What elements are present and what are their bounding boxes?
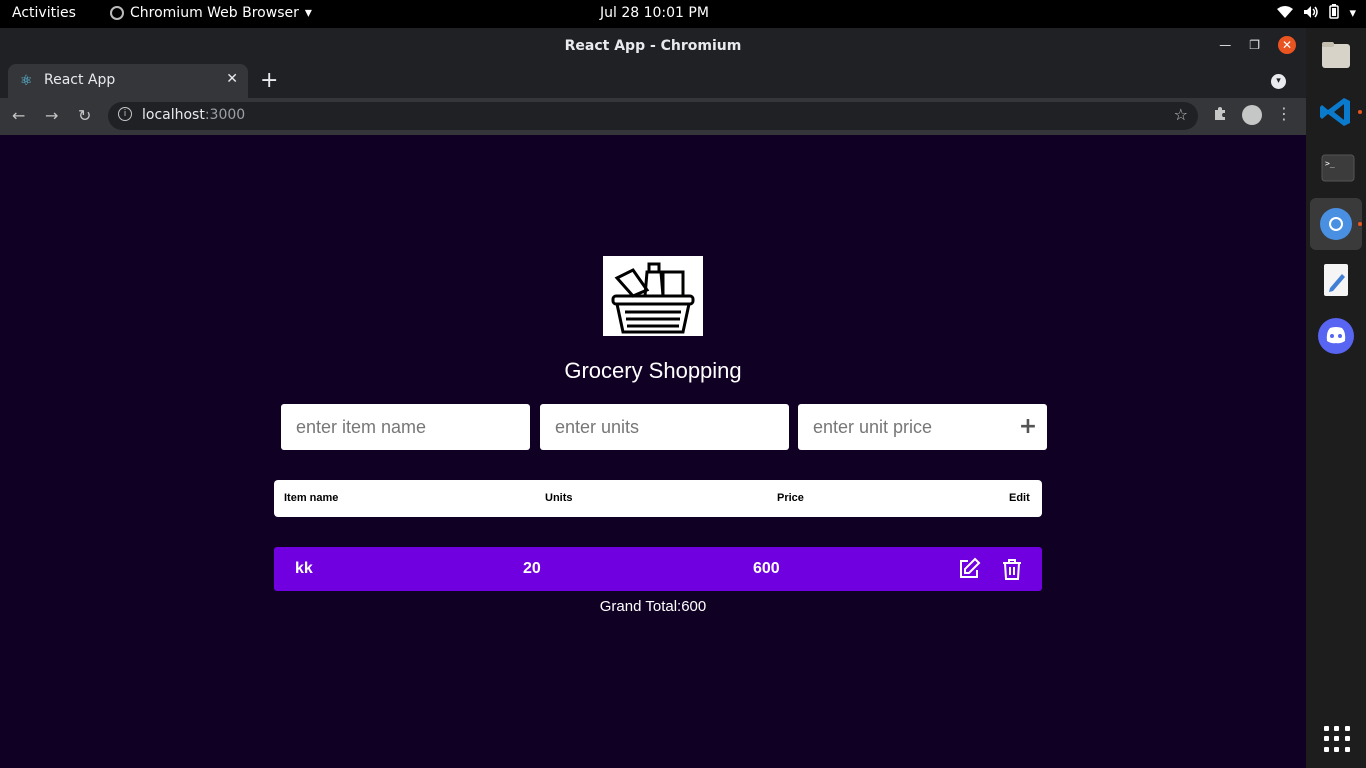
back-icon[interactable]: ← (12, 106, 25, 125)
minimize-icon[interactable]: — (1219, 38, 1231, 52)
chromium-small-icon (110, 6, 124, 20)
battery-icon (1329, 4, 1340, 23)
system-tray[interactable]: ▾ (1277, 4, 1356, 23)
table-row: kk 20 600 (274, 547, 1042, 591)
running-indicator (1358, 110, 1362, 114)
window-title-bar: React App - Chromium — ❐ ✕ (0, 28, 1306, 64)
info-icon[interactable]: i (118, 107, 132, 121)
page-title: Grocery Shopping (564, 358, 742, 383)
close-window-icon[interactable]: ✕ (1278, 36, 1296, 54)
url-text: localhost:3000 (142, 107, 245, 123)
tab-react-app[interactable]: ⚛ React App ✕ (8, 64, 248, 98)
reload-icon[interactable]: ↻ (78, 106, 91, 125)
tab-title: React App (44, 72, 116, 88)
terminal-icon[interactable]: >_ (1310, 142, 1362, 194)
units-input[interactable] (540, 404, 789, 450)
header-edit: Edit (1009, 492, 1030, 504)
url-port: :3000 (204, 107, 246, 123)
chevron-down-icon: ▾ (1349, 6, 1356, 21)
discord-icon[interactable] (1310, 310, 1362, 362)
files-icon[interactable] (1310, 30, 1362, 82)
app-menu-label: Chromium Web Browser (130, 5, 299, 21)
svg-text:>_: >_ (1325, 159, 1335, 168)
bookmark-star-icon[interactable]: ☆ (1174, 105, 1188, 124)
row-price: 600 (753, 560, 780, 577)
clock[interactable]: Jul 28 10:01 PM (600, 5, 709, 21)
table-header: Item name Units Price Edit (274, 480, 1042, 517)
page-viewport: Grocery Shopping + Item name Units Price… (0, 135, 1306, 768)
running-indicator (1358, 222, 1362, 226)
chevron-down-icon: ▾ (304, 5, 312, 21)
extensions-icon[interactable] (1212, 105, 1228, 125)
window-title: React App - Chromium (564, 38, 742, 54)
add-item-button[interactable]: + (1018, 416, 1038, 438)
row-units: 20 (523, 560, 541, 577)
address-bar[interactable]: i localhost:3000 ☆ (108, 102, 1198, 130)
volume-icon (1303, 5, 1319, 23)
tab-search-icon[interactable]: ▾ (1271, 74, 1286, 89)
react-icon: ⚛ (20, 73, 33, 89)
new-tab-icon[interactable]: + (260, 68, 278, 93)
unit-price-input[interactable] (798, 404, 1047, 450)
header-units: Units (545, 492, 573, 504)
header-price: Price (777, 492, 804, 504)
row-item-name: kk (295, 560, 313, 577)
tab-strip: ⚛ React App ✕ + ▾ (0, 64, 1306, 98)
chromium-icon[interactable] (1310, 198, 1362, 250)
text-editor-icon[interactable] (1310, 254, 1362, 306)
activities-button[interactable]: Activities (12, 5, 76, 21)
system-top-bar: Activities Chromium Web Browser ▾ Jul 28… (0, 0, 1366, 28)
grocery-basket-icon (611, 262, 695, 334)
menu-kebab-icon[interactable]: ⋮ (1276, 104, 1292, 123)
url-host: localhost (142, 107, 205, 123)
vscode-icon[interactable] (1310, 86, 1362, 138)
item-name-input[interactable] (281, 404, 530, 450)
show-applications-icon[interactable] (1324, 726, 1350, 752)
close-tab-icon[interactable]: ✕ (226, 71, 238, 87)
window-controls: — ❐ ✕ (1219, 36, 1296, 54)
ubuntu-dock: >_ (1306, 28, 1366, 768)
app-menu[interactable]: Chromium Web Browser ▾ (110, 5, 312, 21)
grand-total: Grand Total:600 (599, 598, 707, 615)
trash-icon[interactable] (1000, 557, 1024, 581)
edit-icon[interactable] (957, 557, 981, 581)
header-item-name: Item name (284, 492, 339, 504)
profile-avatar-icon[interactable] (1242, 105, 1262, 125)
browser-toolbar: ← → ↻ i localhost:3000 ☆ ⋮ (0, 98, 1306, 135)
maximize-icon[interactable]: ❐ (1249, 38, 1260, 52)
grocery-basket-logo (603, 256, 703, 336)
forward-icon[interactable]: → (45, 106, 58, 125)
wifi-icon (1277, 5, 1294, 22)
